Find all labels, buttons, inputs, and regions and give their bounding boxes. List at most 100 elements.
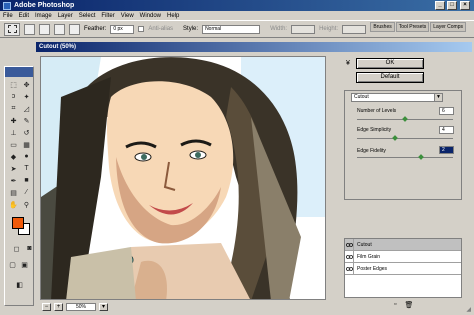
minimize-button[interactable]: _ xyxy=(435,1,445,10)
palette-well: Brushes Tool Presets Layer Comps xyxy=(370,22,466,32)
hand-tool-icon[interactable]: ✋ xyxy=(8,199,19,210)
resize-grip-icon[interactable]: ◢ xyxy=(466,306,471,313)
zoom-out-button[interactable]: − xyxy=(42,302,51,311)
foreground-color-swatch[interactable] xyxy=(12,217,24,229)
eraser-tool-icon[interactable]: ▭ xyxy=(8,139,19,150)
effect-layers-list: Cutout Film Grain Poster Edges xyxy=(344,238,462,298)
width-input[interactable] xyxy=(291,24,316,34)
menu-layer[interactable]: Layer xyxy=(58,13,73,19)
brush-tool-icon[interactable]: ✎ xyxy=(21,115,32,126)
crop-tool-icon[interactable]: ⌗ xyxy=(8,103,19,114)
effect-layer-label: Poster Edges xyxy=(357,265,388,272)
filter-select[interactable]: Cutout ▼ xyxy=(351,93,443,102)
new-selection-button[interactable] xyxy=(24,23,35,35)
eyedropper-icon[interactable]: ⁄ xyxy=(21,187,32,198)
screen-mode-standard-icon[interactable]: ▢ xyxy=(7,259,18,270)
path-selection-icon[interactable]: ➤ xyxy=(8,163,19,174)
shape-tool-icon[interactable]: ■ xyxy=(21,175,32,186)
preview-image[interactable] xyxy=(40,56,326,300)
marquee-icon xyxy=(7,25,17,33)
simplicity-input[interactable]: 4 xyxy=(439,126,454,134)
fidelity-input[interactable]: 2 xyxy=(439,146,454,154)
zoom-in-button[interactable]: + xyxy=(54,302,63,311)
clone-stamp-icon[interactable]: ⊥ xyxy=(8,127,19,138)
collapse-gallery-icon[interactable]: ¥ xyxy=(346,60,350,67)
tab-layer-comps[interactable]: Layer Comps xyxy=(430,22,466,32)
toolbox-header xyxy=(5,67,33,77)
style-select[interactable]: Normal xyxy=(202,24,261,34)
gradient-tool-icon[interactable]: ▦ xyxy=(21,139,32,150)
maximize-button[interactable]: □ xyxy=(447,1,457,10)
simplicity-slider[interactable] xyxy=(357,138,453,139)
zoom-bar: − + 50% ▾ xyxy=(40,301,326,312)
effect-layer-label: Cutout xyxy=(357,241,372,248)
intersect-selection-button[interactable] xyxy=(69,23,80,35)
menu-file[interactable]: File xyxy=(3,13,13,19)
filter-select-value: Cutout xyxy=(354,94,369,100)
menu-window[interactable]: Window xyxy=(140,13,161,19)
simplicity-slider-thumb[interactable] xyxy=(392,135,399,141)
effect-layer-row[interactable]: Poster Edges xyxy=(345,263,461,275)
tab-brushes[interactable]: Brushes xyxy=(370,22,395,32)
default-button[interactable]: Default xyxy=(356,72,424,83)
height-input[interactable] xyxy=(342,24,367,34)
healing-brush-icon[interactable]: ✚ xyxy=(8,115,19,126)
zoom-level-field[interactable]: 50% xyxy=(66,302,96,311)
tab-tool-presets[interactable]: Tool Presets xyxy=(395,22,430,32)
zoom-dropdown-button[interactable]: ▾ xyxy=(99,302,108,311)
type-tool-icon[interactable]: T xyxy=(21,163,32,174)
move-tool-icon[interactable]: ✥ xyxy=(21,79,32,90)
menu-help[interactable]: Help xyxy=(167,13,179,19)
delete-effect-layer-icon[interactable]: 🗑 xyxy=(404,301,413,309)
zoom-tool-icon[interactable]: ⚲ xyxy=(21,199,32,210)
close-button[interactable]: × xyxy=(460,1,470,10)
marquee-tool-icon[interactable]: ⬚ xyxy=(8,79,19,90)
menu-view[interactable]: View xyxy=(121,13,134,19)
standard-mode-icon[interactable]: ◻ xyxy=(11,243,22,254)
toolbox: ⬚ ✥ ↄ ✦ ⌗ ◿ ✚ ✎ ⊥ ↺ ▭ ▦ ◆ ● ➤ T ✒ ■ ▤ ⁄ … xyxy=(4,66,34,306)
levels-input[interactable]: 6 xyxy=(439,107,454,115)
menu-image[interactable]: Image xyxy=(35,13,52,19)
slice-tool-icon[interactable]: ◿ xyxy=(21,103,32,114)
tool-preset-picker[interactable] xyxy=(4,22,20,36)
levels-slider-thumb[interactable] xyxy=(402,116,408,122)
menu-bar: File Edit Image Layer Select Filter View… xyxy=(0,11,474,20)
notes-tool-icon[interactable]: ▤ xyxy=(8,187,19,198)
subtract-selection-button[interactable] xyxy=(54,23,65,35)
fidelity-slider[interactable] xyxy=(357,157,453,158)
magic-wand-icon[interactable]: ✦ xyxy=(21,91,32,102)
photoshop-icon xyxy=(3,1,11,10)
history-brush-icon[interactable]: ↺ xyxy=(21,127,32,138)
jump-to-imageready-icon[interactable]: ◧ xyxy=(14,279,25,290)
visibility-eye-icon[interactable] xyxy=(345,251,354,262)
effect-layer-row[interactable]: Film Grain xyxy=(345,251,461,263)
feather-input[interactable]: 0 px xyxy=(110,24,135,34)
effect-layer-row[interactable]: Cutout xyxy=(345,239,461,251)
blur-tool-icon[interactable]: ◆ xyxy=(8,151,19,162)
add-selection-button[interactable] xyxy=(39,23,50,35)
dodge-tool-icon[interactable]: ● xyxy=(21,151,32,162)
menu-edit[interactable]: Edit xyxy=(19,13,29,19)
screen-mode-full-icon[interactable]: ▣ xyxy=(19,259,30,270)
effect-layer-label: Film Grain xyxy=(357,253,381,260)
antialias-label: Anti-alias xyxy=(148,26,174,32)
pen-tool-icon[interactable]: ✒ xyxy=(8,175,19,186)
ok-button[interactable]: OK xyxy=(356,58,424,69)
filter-settings-panel: Cutout ▼ Number of Levels 6 Edge Simplic… xyxy=(344,90,462,200)
effect-layer-actions: ▫ 🗑 xyxy=(394,301,413,309)
dialog-title: Cutout (50%) xyxy=(36,42,472,52)
height-label: Height: xyxy=(319,26,339,32)
filter-gallery-dialog: Cutout (50%) − + 50% ▾ ¥ OK Default Cuto… xyxy=(34,40,474,315)
feather-label: Feather: xyxy=(84,26,107,32)
fidelity-slider-thumb[interactable] xyxy=(418,154,425,160)
style-label: Style: xyxy=(183,26,199,32)
antialias-checkbox[interactable] xyxy=(138,26,145,32)
visibility-eye-icon[interactable] xyxy=(345,239,354,250)
menu-filter[interactable]: Filter xyxy=(101,13,114,19)
visibility-eye-icon[interactable] xyxy=(345,263,354,274)
menu-select[interactable]: Select xyxy=(79,13,96,19)
lasso-tool-icon[interactable]: ↄ xyxy=(8,91,19,102)
width-label: Width: xyxy=(270,26,288,32)
window-title: Adobe Photoshop xyxy=(14,2,75,9)
new-effect-layer-icon[interactable]: ▫ xyxy=(394,301,396,309)
